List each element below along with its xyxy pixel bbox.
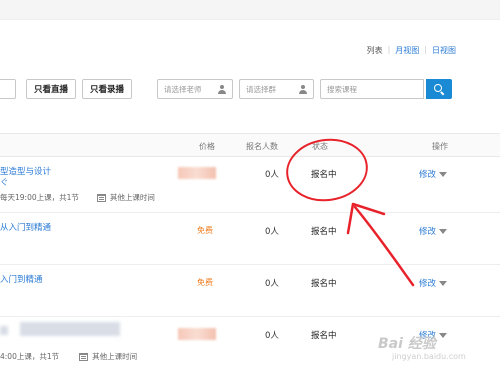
course-schedule: 每天19:00上课，共1节 其他上课时间 (0, 192, 155, 203)
watermark-url: jingyan.baidu.com (392, 352, 466, 361)
chevron-down-icon[interactable] (439, 228, 448, 234)
top-bar (0, 0, 500, 20)
calendar-icon (96, 193, 106, 202)
separator: | (387, 45, 391, 54)
group-placeholder: 请选择群 (246, 84, 276, 94)
calendar-icon (79, 352, 89, 361)
enrolled-count: 0人 (265, 170, 279, 180)
edit-menu[interactable]: 修改 (419, 277, 448, 289)
schedule-text: 每天19:00上课，共1节 (0, 193, 79, 202)
actions-header: 操作 (432, 142, 448, 151)
user-icon (218, 84, 226, 94)
filter-bar: 只看直播 只看录播 请选择老师 请选择群 搜索课程 (0, 77, 500, 103)
edit-menu[interactable]: 修改 (419, 168, 448, 180)
course-title-tail[interactable]: ぐ (0, 176, 9, 188)
table-row: 型造型与设计 ぐ 每天19:00上课，共1节 其他上课时间 0人 报名中 修改 (0, 157, 500, 213)
filter-button-partial[interactable] (0, 79, 16, 99)
chevron-down-icon[interactable] (439, 280, 448, 286)
price-blurred (178, 167, 216, 179)
other-time-link[interactable]: 其他上课时间 (92, 351, 137, 362)
enrolled-count: 0人 (265, 227, 279, 237)
day-view-link[interactable]: 日视图 (432, 45, 456, 56)
watermark-logo: Bai 经验 (378, 336, 436, 352)
teacher-placeholder: 请选择老师 (164, 84, 202, 94)
live-only-button[interactable]: 只看直播 (26, 79, 76, 99)
other-time-link[interactable]: 其他上课时间 (110, 192, 155, 203)
month-view-link[interactable]: 月视图 (395, 45, 419, 56)
status-text: 报名中 (311, 227, 337, 237)
status-text: 报名中 (311, 170, 337, 180)
blurred-title (20, 322, 120, 336)
status-text: 报名中 (311, 331, 337, 341)
course-title[interactable]: 入门到精通 (0, 273, 43, 285)
edit-menu[interactable]: 修改 (419, 225, 448, 237)
edit-link[interactable]: 修改 (419, 168, 436, 180)
course-schedule: 4:00上课，共1节 其他上课时间 (0, 351, 137, 362)
price-free: 免费 (197, 278, 213, 287)
chevron-down-icon[interactable] (439, 171, 448, 177)
recorded-only-button[interactable]: 只看录播 (82, 79, 132, 99)
edit-link[interactable]: 修改 (419, 277, 436, 289)
table-row: 从入门到精通 免费 0人 报名中 修改 (0, 213, 500, 265)
user-icon (299, 84, 307, 94)
search-icon (433, 83, 445, 95)
table-header: 价格 报名人数 状态 操作 (0, 133, 500, 157)
teacher-select[interactable]: 请选择老师 (157, 79, 233, 99)
separator: | (424, 45, 427, 54)
blurred-title (0, 326, 8, 335)
price-blurred (178, 328, 216, 340)
course-title[interactable]: 从入门到精通 (0, 221, 51, 233)
enrolled-count: 0人 (265, 279, 279, 289)
group-select[interactable]: 请选择群 (239, 79, 314, 99)
enrolled-count: 0人 (265, 331, 279, 341)
list-view-link[interactable]: 列表 (367, 45, 383, 56)
price-header: 价格 (199, 142, 215, 151)
edit-link[interactable]: 修改 (419, 225, 436, 237)
course-schedule-page: 列表 | 月视图 | 日视图 只看直播 只看录播 请选择老师 请选择群 搜索课程… (0, 0, 500, 376)
enrolled-header: 报名人数 (246, 142, 278, 151)
table-row: 入门到精通 免费 0人 报名中 修改 (0, 265, 500, 317)
chevron-down-icon[interactable] (439, 332, 448, 338)
status-text: 报名中 (311, 279, 337, 289)
search-button[interactable] (426, 79, 452, 99)
view-switcher: 列表 | 月视图 | 日视图 (367, 45, 456, 56)
search-input[interactable]: 搜索课程 (320, 79, 424, 99)
price-free: 免费 (197, 226, 213, 235)
schedule-text: 4:00上课，共1节 (0, 352, 60, 361)
search-placeholder: 搜索课程 (327, 84, 357, 94)
status-header: 状态 (312, 142, 328, 151)
